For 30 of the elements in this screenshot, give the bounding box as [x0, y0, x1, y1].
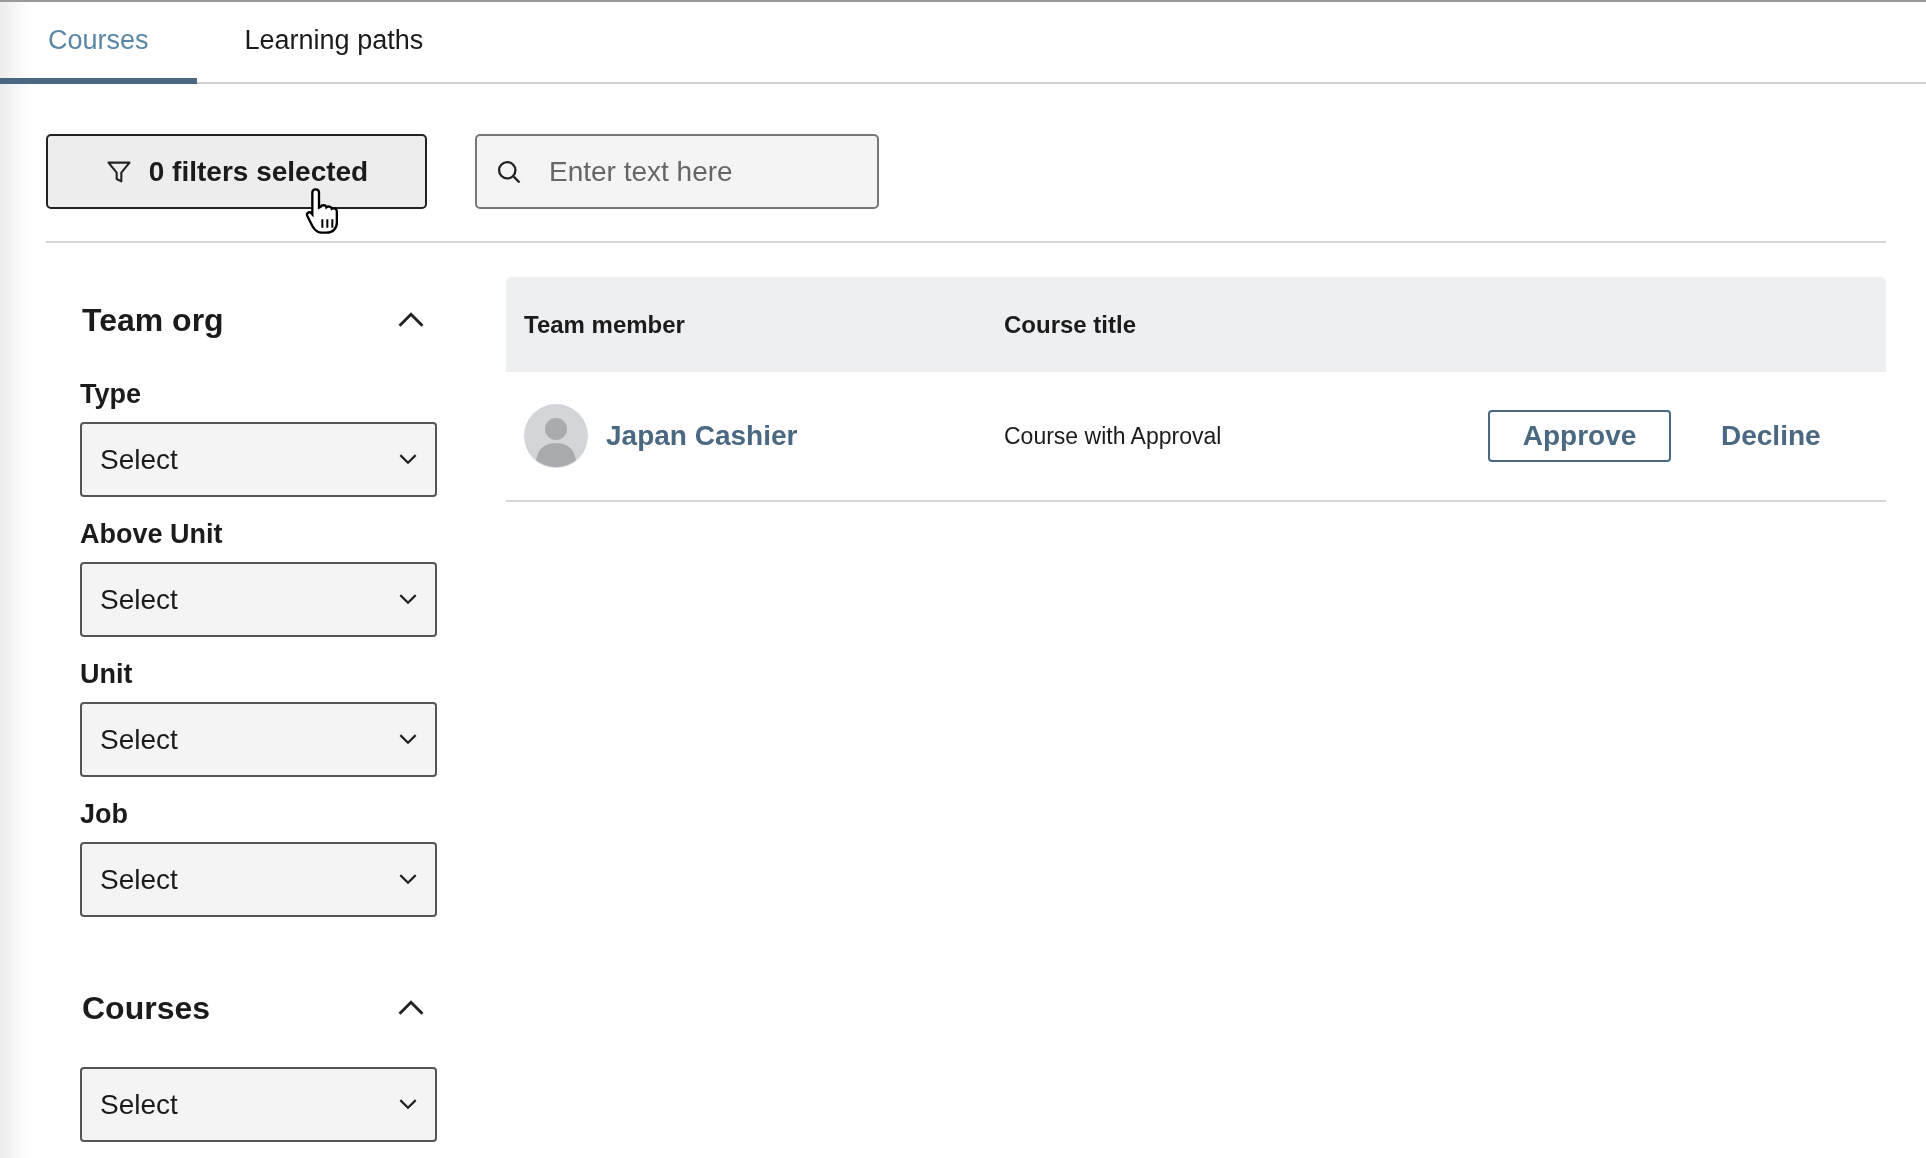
section-title: Team org	[82, 301, 224, 339]
tab[interactable]: Learning paths	[196, 2, 472, 84]
field-label: Unit	[80, 659, 134, 690]
field-label: Type	[80, 379, 142, 410]
search-icon	[495, 158, 523, 186]
select-dropdown[interactable]: Select	[80, 562, 437, 637]
chevron-icon[interactable]	[397, 312, 425, 328]
column-header: Course title	[1004, 310, 1137, 339]
table-cell-text: Course with Approval	[1004, 422, 1223, 450]
chevron-icon[interactable]	[397, 1000, 425, 1016]
select-dropdown[interactable]: Select	[80, 842, 437, 917]
select-dropdown[interactable]: Select	[80, 702, 437, 777]
chevron-down-icon	[399, 1099, 417, 1110]
approve-button[interactable]: Approve	[1488, 410, 1671, 462]
member-link[interactable]: Japan Cashier	[606, 420, 798, 452]
avatar-icon	[524, 404, 588, 468]
chevron-down-icon	[399, 734, 417, 745]
field-label: Above Unit	[80, 519, 224, 550]
select-dropdown[interactable]: Select	[80, 1067, 437, 1142]
chevron-down-icon	[399, 874, 417, 885]
decline-button[interactable]: Decline	[1721, 420, 1821, 452]
section-title: Courses	[82, 989, 211, 1027]
tab[interactable]: Courses	[0, 2, 197, 84]
search-field[interactable]: Enter text here	[475, 134, 879, 209]
filter-button[interactable]: 0 filters selected	[46, 134, 427, 209]
chevron-down-icon	[399, 454, 417, 465]
column-header: Team member	[524, 310, 686, 339]
select-dropdown[interactable]: Select	[80, 422, 437, 497]
field-label: Job	[80, 799, 129, 830]
chevron-down-icon	[399, 594, 417, 605]
